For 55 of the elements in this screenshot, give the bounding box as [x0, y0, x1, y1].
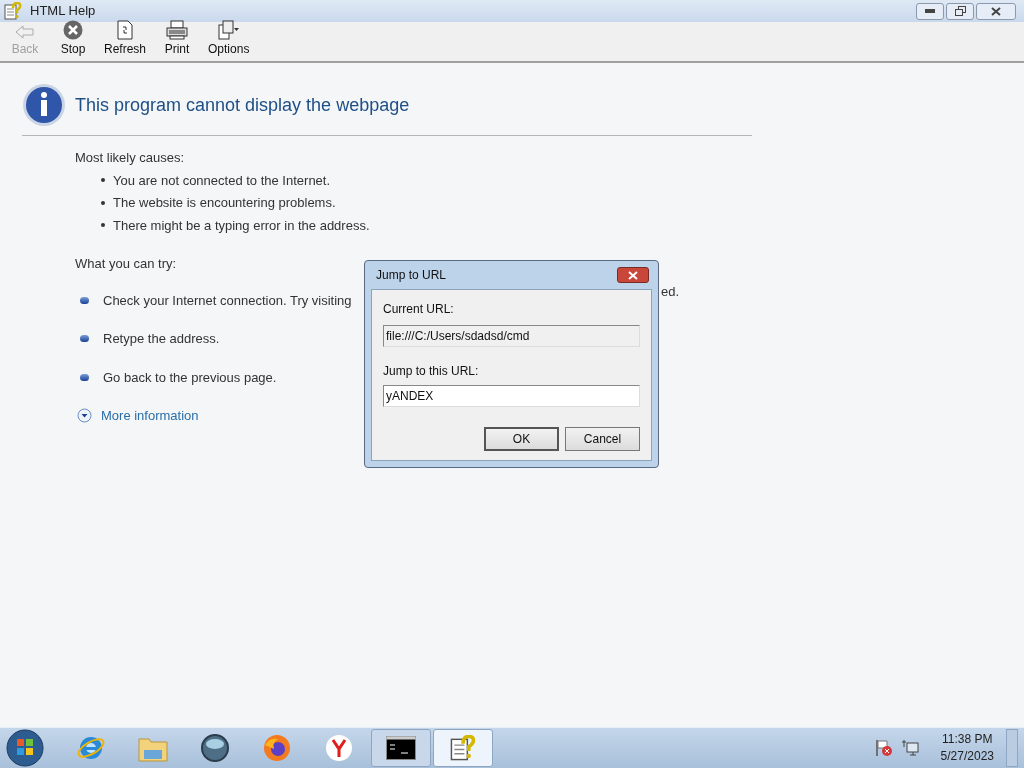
command-prompt-icon	[386, 736, 416, 760]
info-icon	[22, 83, 66, 127]
help-document-icon	[450, 735, 476, 761]
dialog-button[interactable]: OK	[484, 427, 559, 451]
globe-icon	[200, 733, 230, 763]
close-icon	[991, 6, 1001, 16]
more-information-link[interactable]: More information	[75, 406, 1024, 426]
dialog-close-button[interactable]	[617, 267, 649, 283]
page-heading: This program cannot display the webpage	[75, 93, 410, 117]
current-url-label: Current URL:	[383, 301, 455, 318]
network-icon	[900, 739, 919, 757]
window-title: HTML Help	[30, 2, 96, 21]
suggestion-text: Retype the address.	[103, 330, 220, 348]
causes-heading: Most likely causes:	[75, 149, 186, 167]
suggestion-text: Check your Internet connection. Try visiting	[103, 291, 352, 310]
bullet-icon	[80, 373, 89, 381]
jump-url-field[interactable]: yANDEX	[383, 385, 640, 407]
jump-url-label: Jump to this URL:	[383, 363, 480, 380]
close-button[interactable]	[976, 2, 1016, 20]
suggestion-text: Go back to the previous page.	[103, 368, 277, 387]
stop-icon	[63, 20, 83, 40]
stop-button[interactable]: Stop	[56, 20, 90, 58]
close-icon	[628, 270, 638, 280]
restore-icon	[954, 6, 966, 16]
help-document-icon	[4, 2, 22, 20]
y-letter-icon	[324, 733, 354, 763]
fox-globe-icon	[262, 733, 292, 763]
minimize-icon	[925, 9, 935, 13]
flag-error-icon	[874, 739, 893, 757]
cause-text: The website is encountering problems.	[113, 194, 336, 212]
expand-icon	[77, 408, 92, 424]
bullet-icon	[80, 335, 89, 343]
start-orb-icon	[5, 728, 45, 768]
try-heading: What you can try:	[75, 255, 178, 273]
restore-button[interactable]	[946, 2, 974, 20]
options-button[interactable]: Options	[208, 20, 250, 58]
taskbar-button[interactable]	[433, 729, 493, 767]
bullet-icon	[80, 296, 89, 304]
current-url-field: file:///C:/Users/sdadsd/cmd	[383, 325, 640, 347]
printer-icon	[166, 20, 189, 40]
taskbar-button[interactable]	[371, 729, 431, 767]
refresh-button[interactable]: Refresh	[104, 20, 147, 58]
cause-text: There might be a typing error in the address.	[113, 216, 370, 235]
print-button[interactable]: Print	[160, 20, 195, 58]
bullet-icon	[101, 223, 105, 228]
suggestion-text: ed.	[661, 283, 680, 301]
bullet-icon	[101, 200, 105, 205]
cause-text: You are not connected to the Internet.	[113, 171, 331, 190]
dialog-title: Jump to URL	[376, 267, 447, 284]
clock-date: 5/27/2023	[940, 748, 994, 765]
clock-time: 11:38 PM	[942, 731, 993, 748]
bullet-icon	[101, 178, 105, 183]
minimize-button[interactable]	[916, 2, 944, 20]
refresh-icon	[117, 20, 133, 40]
dialog-button[interactable]: Cancel	[565, 427, 640, 451]
